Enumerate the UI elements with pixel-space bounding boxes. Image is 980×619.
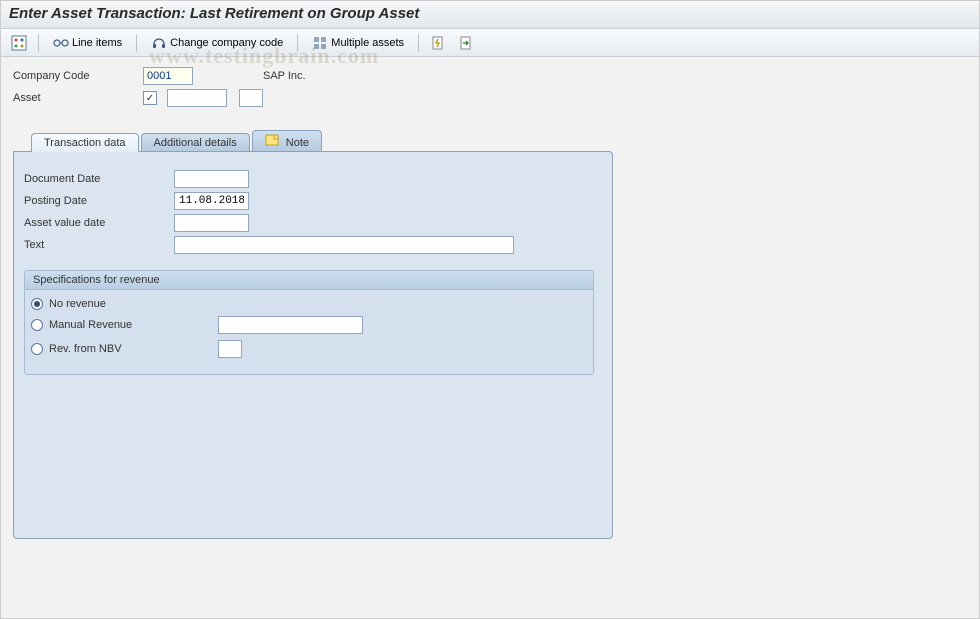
tab-note[interactable]: Note — [252, 130, 322, 152]
text-label: Text — [24, 239, 174, 251]
manual-revenue-radio[interactable] — [31, 319, 43, 331]
company-code-input[interactable] — [143, 67, 193, 85]
toolbar-separator — [297, 34, 298, 52]
asset-checkbox[interactable]: ✓ — [143, 91, 157, 105]
glasses-icon — [53, 35, 69, 51]
tab-panel-transaction-data: Document Date Posting Date Asset value d… — [13, 151, 613, 539]
toolbar-action-1[interactable] — [426, 32, 450, 54]
line-items-label: Line items — [72, 37, 122, 49]
toolbar-separator — [38, 34, 39, 52]
headset-icon — [151, 35, 167, 51]
line-items-button[interactable]: Line items — [46, 32, 129, 54]
rev-from-nbv-radio[interactable] — [31, 343, 43, 355]
tab-note-label: Note — [286, 137, 309, 149]
tab-transaction-data[interactable]: Transaction data — [31, 133, 139, 152]
application-toolbar: Line items Change company code Multiple … — [1, 29, 979, 57]
posting-date-input[interactable] — [174, 192, 249, 210]
toolbar-separator — [418, 34, 419, 52]
document-lightning-icon — [430, 35, 446, 51]
tab-strip: Transaction data Additional details Note — [13, 129, 967, 151]
document-date-label: Document Date — [24, 173, 174, 185]
grid-icon — [312, 35, 328, 51]
rev-from-nbv-input[interactable] — [218, 340, 242, 358]
subnumber-input[interactable] — [239, 89, 263, 107]
tab-transaction-data-label: Transaction data — [44, 137, 126, 149]
asset-value-date-label: Asset value date — [24, 217, 174, 229]
overview-icon — [11, 35, 27, 51]
asset-label: Asset — [13, 92, 143, 104]
change-company-code-button[interactable]: Change company code — [144, 32, 290, 54]
toolbar-action-2[interactable] — [454, 32, 478, 54]
revenue-group-title: Specifications for revenue — [25, 271, 593, 290]
asset-input[interactable] — [167, 89, 227, 107]
page-title: Enter Asset Transaction: Last Retirement… — [9, 5, 419, 22]
no-revenue-radio[interactable] — [31, 298, 43, 310]
text-input[interactable] — [174, 236, 514, 254]
tab-container: Transaction data Additional details Note… — [13, 129, 967, 539]
title-bar: Enter Asset Transaction: Last Retirement… — [1, 1, 979, 29]
overview-button[interactable] — [7, 32, 31, 54]
company-code-row: Company Code SAP Inc. — [13, 67, 967, 85]
document-date-input[interactable] — [174, 170, 249, 188]
tab-additional-details[interactable]: Additional details — [141, 133, 250, 152]
posting-date-label: Posting Date — [24, 195, 174, 207]
asset-value-date-input[interactable] — [174, 214, 249, 232]
note-icon — [265, 137, 282, 149]
toolbar-separator — [136, 34, 137, 52]
company-name-text: SAP Inc. — [263, 70, 306, 82]
asset-row: Asset ✓ — [13, 89, 967, 107]
manual-revenue-label: Manual Revenue — [49, 319, 149, 331]
work-area: Company Code SAP Inc. Asset ✓ Transactio… — [1, 57, 979, 551]
multiple-assets-label: Multiple assets — [331, 37, 404, 49]
no-revenue-label: No revenue — [49, 298, 106, 310]
change-company-code-label: Change company code — [170, 37, 283, 49]
company-code-label: Company Code — [13, 70, 143, 82]
multiple-assets-button[interactable]: Multiple assets — [305, 32, 411, 54]
document-arrow-icon — [458, 35, 474, 51]
revenue-groupbox: Specifications for revenue No revenue Ma… — [24, 270, 594, 375]
rev-from-nbv-label: Rev. from NBV — [49, 343, 149, 355]
tab-additional-details-label: Additional details — [154, 137, 237, 149]
manual-revenue-input[interactable] — [218, 316, 363, 334]
